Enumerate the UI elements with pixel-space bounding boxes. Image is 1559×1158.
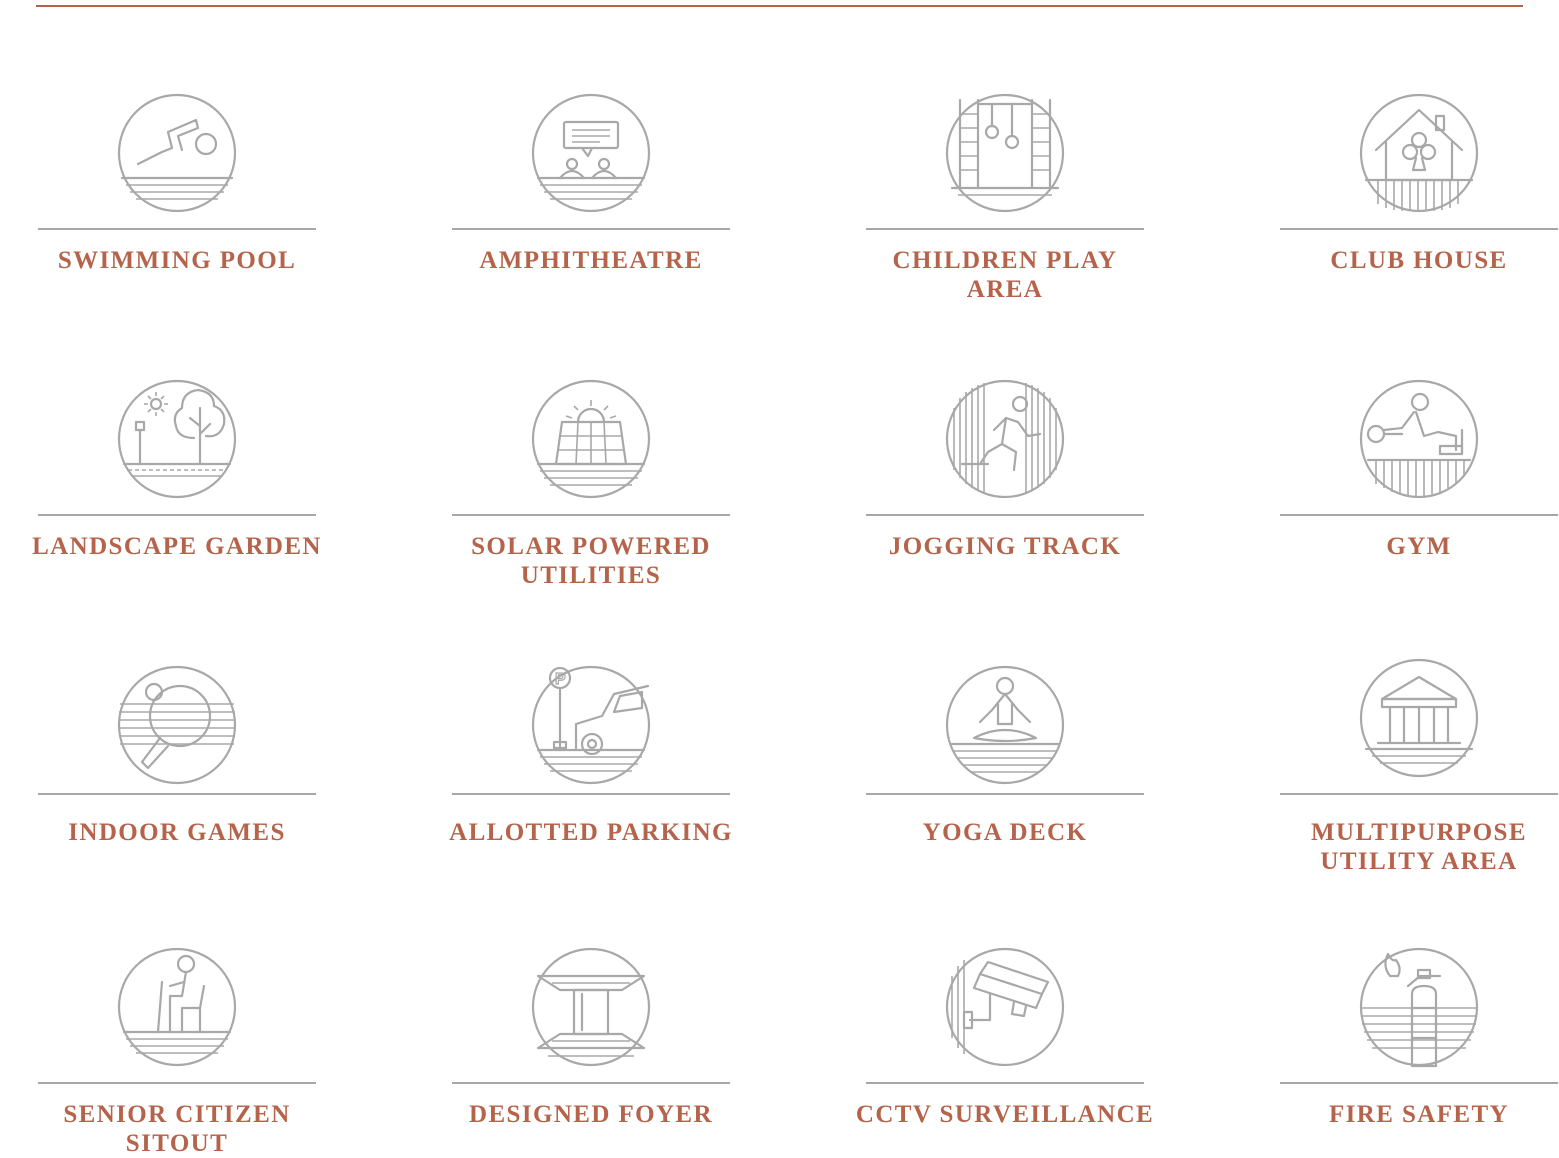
table-tennis-icon: [116, 664, 238, 786]
divider: [452, 228, 730, 230]
divider: [866, 1082, 1144, 1084]
divider: [1280, 793, 1558, 795]
amenity-label: CHILDREN PLAY AREA: [892, 247, 1118, 303]
yoga-icon: [944, 664, 1066, 786]
amphitheatre-icon: [530, 92, 652, 214]
senior-citizen-icon: [116, 946, 238, 1068]
divider: [866, 514, 1144, 516]
swimming-icon: [116, 92, 238, 214]
amenity-label: CCTV SURVEILLANCE: [855, 1101, 1155, 1128]
divider: [452, 514, 730, 516]
divider: [38, 228, 316, 230]
svg-text:P: P: [555, 671, 566, 688]
amenity-label: FIRE SAFETY: [1328, 1101, 1509, 1128]
divider: [1280, 514, 1558, 516]
gym-icon: [1358, 378, 1480, 500]
divider: [452, 1082, 730, 1084]
foyer-icon: [530, 946, 652, 1068]
amenity-label: MULTIPURPOSE UTILITY AREA: [1311, 819, 1527, 875]
divider: [38, 1082, 316, 1084]
amenity-label: CLUB HOUSE: [1330, 247, 1508, 274]
amenity-label: SOLAR POWERED UTILITIES: [471, 533, 711, 589]
children-play-icon: [944, 92, 1066, 214]
landscape-garden-icon: [116, 378, 238, 500]
divider: [452, 793, 730, 795]
solar-panel-icon: [530, 378, 652, 500]
amenity-label: GYM: [1386, 533, 1452, 560]
amenity-label: SENIOR CITIZEN SITOUT: [63, 1101, 291, 1157]
amenity-label: JOGGING TRACK: [888, 533, 1122, 560]
divider: [866, 228, 1144, 230]
amenity-label: SWIMMING POOL: [57, 247, 297, 274]
cctv-camera-icon: [944, 946, 1066, 1068]
divider: [866, 793, 1144, 795]
divider: [1280, 228, 1558, 230]
parking-icon: P: [530, 664, 652, 786]
pavilion-icon: [1358, 657, 1480, 779]
amenity-label: YOGA DECK: [922, 819, 1088, 846]
amenity-label: AMPHITHEATRE: [479, 247, 703, 274]
fire-extinguisher-icon: [1358, 946, 1480, 1068]
divider: [38, 793, 316, 795]
amenity-label: DESIGNED FOYER: [469, 1101, 713, 1128]
divider: [1280, 1082, 1558, 1084]
jogging-icon: [944, 378, 1066, 500]
top-divider: [36, 5, 1523, 7]
club-house-icon: [1358, 92, 1480, 214]
divider: [38, 514, 316, 516]
amenity-label: INDOOR GAMES: [68, 819, 286, 846]
amenity-label: ALLOTTED PARKING: [449, 819, 733, 846]
amenity-label: LANDSCAPE GARDEN: [32, 533, 322, 560]
